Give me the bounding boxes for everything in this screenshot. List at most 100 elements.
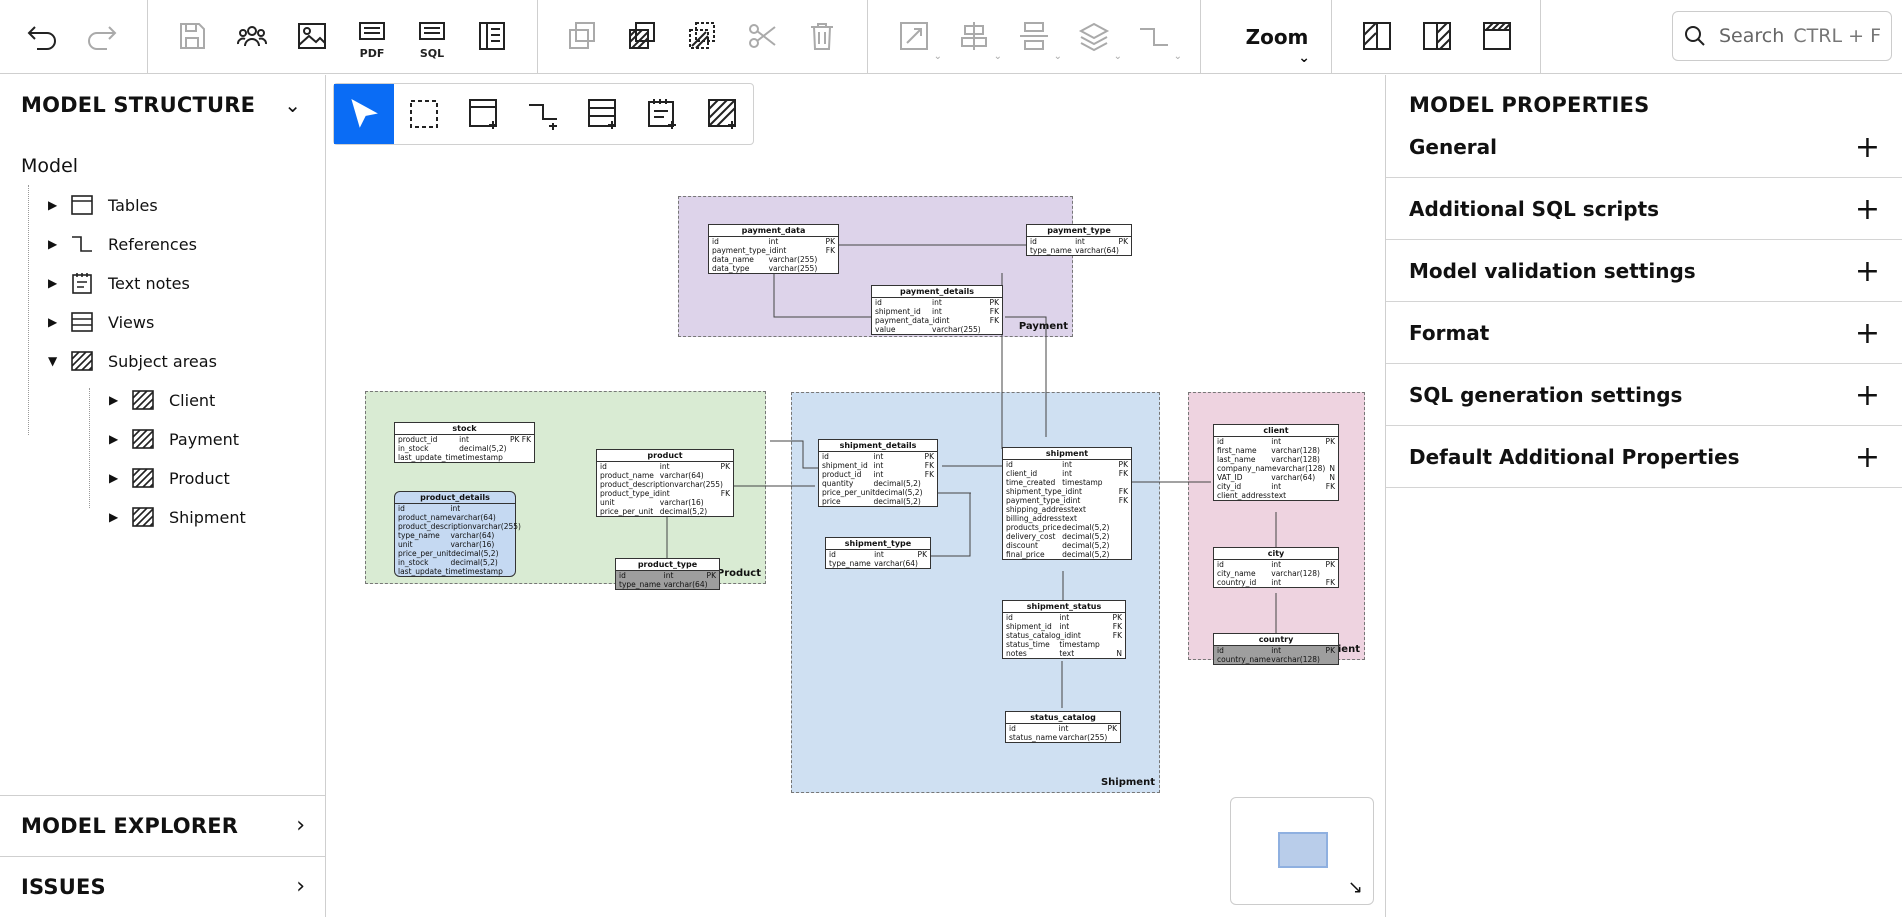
column-row[interactable]: last_update_time timestamp [395, 453, 534, 462]
export-sql-button[interactable]: SQL [410, 14, 454, 60]
table-city[interactable]: city id int PK city_name varchar(128) country_… [1213, 547, 1339, 588]
redo-button[interactable] [80, 14, 124, 58]
undo-button[interactable] [20, 14, 64, 58]
table-product-type[interactable]: product_type id int PK type_name varchar(64) [615, 558, 720, 590]
zoom-dropdown[interactable]: Zoom ⌄ [1222, 0, 1332, 74]
autosize-button[interactable]: ⌄ [892, 14, 942, 62]
copy-button[interactable] [560, 14, 604, 58]
column-row[interactable]: shipment_type_id int FK [1003, 487, 1131, 496]
column-row[interactable]: id int [395, 504, 515, 513]
table-product[interactable]: product id int PK product_name varchar(64) pro… [596, 449, 734, 517]
column-row[interactable]: payment_type_id int FK [709, 246, 838, 255]
column-row[interactable]: final_price decimal(5,2) [1003, 550, 1131, 559]
column-row[interactable]: product_name varchar(64) [395, 513, 515, 522]
table-payment-data[interactable]: payment_data id int PK payment_type_id int FK d… [708, 224, 839, 274]
section-sql-generation-settings[interactable]: SQL generation settings + [1386, 365, 1902, 426]
table-payment-type[interactable]: payment_type id int PK type_name varchar(64) [1026, 224, 1132, 256]
column-row[interactable]: time_created timestamp [1003, 478, 1131, 487]
column-row[interactable]: shipment_id int FK [1003, 622, 1125, 631]
table-payment-details[interactable]: payment_details id int PK shipment_id int FK pa… [871, 285, 1003, 335]
column-row[interactable]: unit varchar(16) [597, 498, 733, 507]
tree-item-text-notes[interactable]: ▶ Text notes [48, 268, 190, 298]
section-general[interactable]: General + [1386, 117, 1902, 178]
section-additional-sql-scripts[interactable]: Additional SQL scripts + [1386, 179, 1902, 240]
column-row[interactable]: product_id int FK [819, 470, 937, 479]
column-row[interactable]: last_name varchar(128) [1214, 455, 1338, 464]
export-pdf-button[interactable]: PDF [350, 14, 394, 60]
copy-area-button[interactable] [620, 14, 664, 58]
column-row[interactable]: product_type_id int FK [597, 489, 733, 498]
minimap[interactable]: ↘ [1230, 797, 1374, 905]
expand-arrow-icon[interactable]: ↘ [1348, 877, 1363, 898]
subject-area-client[interactable]: ▶ Client [109, 385, 215, 415]
column-row[interactable]: unit varchar(16) [395, 540, 515, 549]
column-row[interactable]: id int PK [597, 462, 733, 471]
column-row[interactable]: data_name varchar(255) [709, 255, 838, 264]
column-row[interactable]: payment_data_id int FK [872, 316, 1002, 325]
column-row[interactable]: product_id int PK FK [395, 435, 534, 444]
table-status-catalog[interactable]: status_catalog id int PK status_name varchar(… [1005, 711, 1121, 743]
column-row[interactable]: id int PK [709, 237, 838, 246]
column-row[interactable]: client_id int FK [1003, 469, 1131, 478]
tree-item-subject-areas[interactable]: ▼ Subject areas [48, 346, 217, 376]
layers-button[interactable]: ⌄ [1072, 14, 1122, 62]
column-row[interactable]: value varchar(255) [872, 325, 1002, 334]
column-row[interactable]: id int PK [1214, 560, 1338, 569]
delete-button[interactable] [800, 14, 844, 58]
column-row[interactable]: id int PK [1003, 460, 1131, 469]
align-button[interactable]: ⌄ [952, 14, 1002, 62]
subject-area-shipment[interactable]: ▶ Shipment [109, 502, 246, 532]
column-row[interactable]: shipment_id int FK [872, 307, 1002, 316]
column-row[interactable]: data_type varchar(255) [709, 264, 838, 273]
column-row[interactable]: products_price decimal(5,2) [1003, 523, 1131, 532]
column-row[interactable]: company_name varchar(128) N [1214, 464, 1338, 473]
model-root[interactable]: Model [21, 155, 78, 177]
column-row[interactable]: country_name varchar(128) [1214, 655, 1338, 664]
column-row[interactable]: product_name varchar(64) [597, 471, 733, 480]
cut-button[interactable] [740, 14, 784, 58]
column-row[interactable]: id int PK [1214, 646, 1338, 655]
minimap-viewport[interactable] [1278, 832, 1328, 868]
column-row[interactable]: price decimal(5,2) [819, 497, 937, 506]
export-image-button[interactable] [290, 14, 334, 58]
column-row[interactable]: status_catalog_id int FK [1003, 631, 1125, 640]
model-explorer-section[interactable]: MODEL EXPLORER › [0, 795, 326, 855]
column-row[interactable]: status_name varchar(255) [1006, 733, 1120, 742]
column-row[interactable]: type_name varchar(64) [826, 559, 930, 568]
section-default-additional-properties[interactable]: Default Additional Properties + [1386, 427, 1902, 488]
tree-item-tables[interactable]: ▶ Tables [48, 190, 158, 220]
column-row[interactable]: price_per_unit decimal(5,2) [819, 488, 937, 497]
column-row[interactable]: product_description varchar(255) [395, 522, 521, 531]
column-row[interactable]: delivery_cost decimal(5,2) [1003, 532, 1131, 541]
column-row[interactable]: quantity decimal(5,2) [819, 479, 937, 488]
notation-button[interactable] [1355, 14, 1399, 58]
column-row[interactable]: first_name varchar(128) [1214, 446, 1338, 455]
column-row[interactable]: id int PK [1003, 613, 1125, 622]
section-format[interactable]: Format + [1386, 303, 1902, 364]
distribute-button[interactable]: ⌄ [1012, 14, 1062, 62]
column-row[interactable]: id int PK [1027, 237, 1131, 246]
column-row[interactable]: id int PK [872, 298, 1002, 307]
table-client[interactable]: client id int PK first_name varchar(128) last_… [1213, 424, 1339, 501]
line-style-button[interactable]: ⌄ [1132, 14, 1182, 62]
share-button[interactable] [230, 14, 274, 58]
table-shipment-type[interactable]: shipment_type id int PK type_name varchar(64) [825, 537, 931, 569]
column-row[interactable]: in_stock decimal(5,2) [395, 444, 534, 453]
table-country[interactable]: country id int PK country_name varchar(128) [1213, 633, 1339, 665]
column-row[interactable]: shipment_id int FK [819, 461, 937, 470]
column-row[interactable]: payment_type_id int FK [1003, 496, 1131, 505]
column-row[interactable]: id int PK [1006, 724, 1120, 733]
model-structure-header[interactable]: MODEL STRUCTURE ⌄ [21, 93, 301, 117]
issues-section[interactable]: ISSUES › [0, 856, 326, 916]
column-row[interactable]: last_update_time timestamp [395, 567, 515, 576]
column-row[interactable]: shipping_address text [1003, 505, 1131, 514]
column-row[interactable]: type_name varchar(64) [395, 531, 515, 540]
column-row[interactable]: id int PK [819, 452, 937, 461]
column-row[interactable]: type_name varchar(64) [1027, 246, 1131, 255]
column-row[interactable]: city_id int FK [1214, 482, 1338, 491]
grid-button[interactable] [1415, 14, 1459, 58]
column-row[interactable]: billing_address text [1003, 514, 1131, 523]
table-shipment-details[interactable]: shipment_details id int PK shipment_id int FK p… [818, 439, 938, 507]
column-row[interactable]: client_address text [1214, 491, 1338, 500]
table-product-details[interactable]: product_details id int product_name varchar(… [394, 491, 521, 577]
